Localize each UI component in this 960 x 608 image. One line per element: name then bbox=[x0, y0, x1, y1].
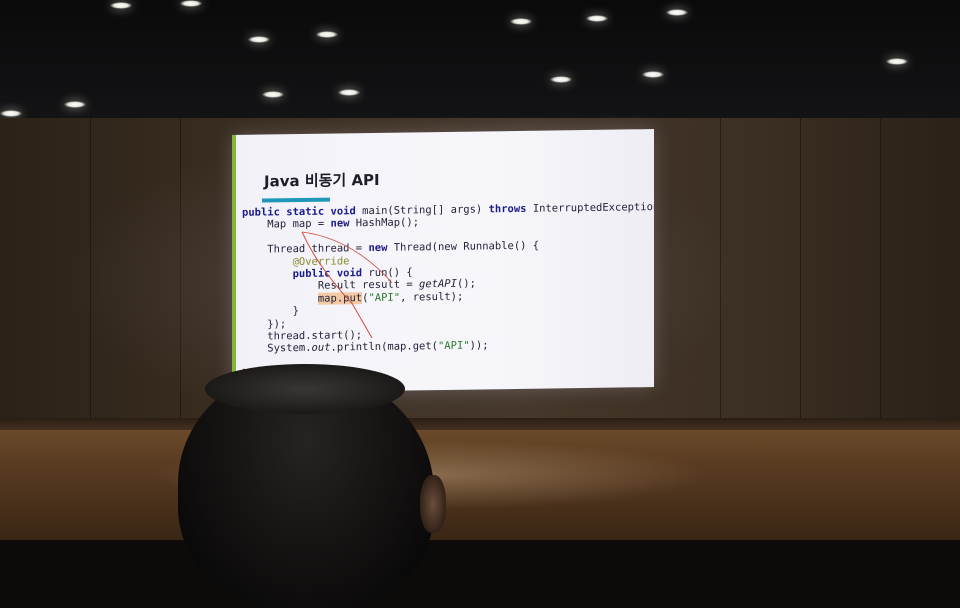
ceiling-light bbox=[110, 2, 132, 9]
ceiling-light bbox=[262, 91, 284, 98]
ceiling-light bbox=[886, 58, 908, 65]
audience-hair bbox=[205, 364, 405, 414]
ceiling-light bbox=[0, 110, 22, 117]
ceiling-light bbox=[180, 0, 202, 7]
ceiling-light bbox=[510, 18, 532, 25]
ceiling-light bbox=[586, 15, 608, 22]
ceiling-light bbox=[316, 31, 338, 38]
ceiling-light bbox=[642, 71, 664, 78]
ceiling-light bbox=[248, 36, 270, 43]
audience-ear bbox=[420, 475, 446, 533]
ceiling-light bbox=[550, 76, 572, 83]
ceiling-light bbox=[64, 101, 86, 108]
wall-panel-seam bbox=[880, 118, 881, 438]
projection-screen: Java 비동기 API public static void main(Str… bbox=[232, 129, 654, 393]
ceiling-light bbox=[666, 9, 688, 16]
laser-pointer-marks bbox=[301, 231, 393, 339]
wall-panel-seam bbox=[800, 118, 801, 438]
ceiling-light bbox=[338, 89, 360, 96]
pointer-line bbox=[301, 231, 373, 339]
